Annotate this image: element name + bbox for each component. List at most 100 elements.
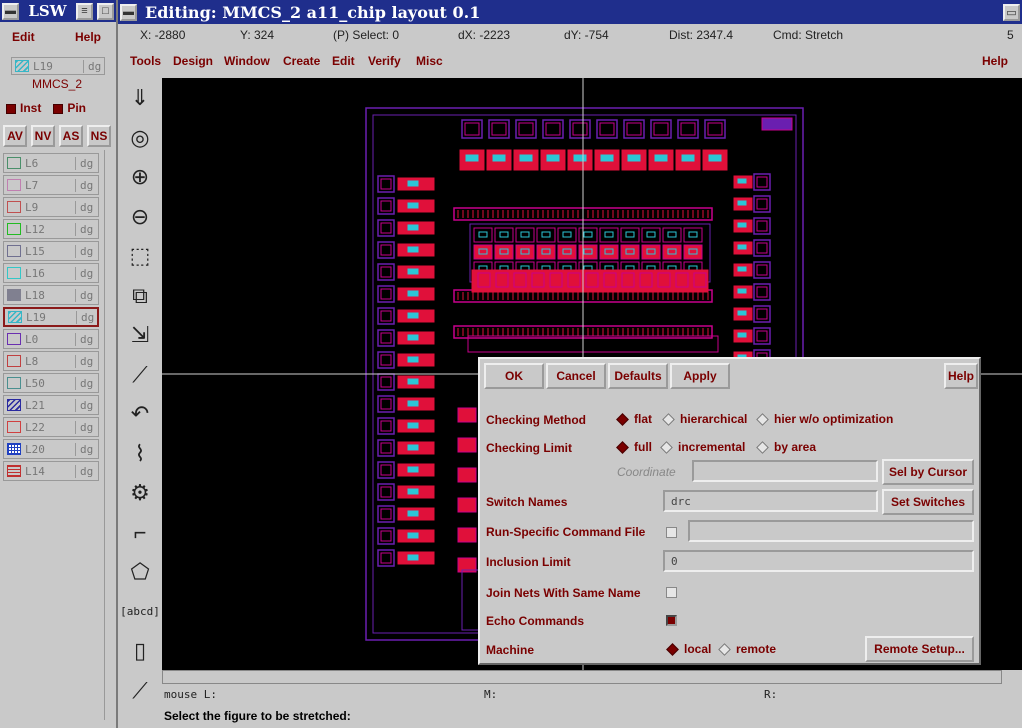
limit-by-area-radio[interactable]: by area <box>756 440 816 454</box>
join-nets-label: Join Nets With Same Name <box>486 586 641 600</box>
minimize-icon: ≡ <box>81 5 88 17</box>
layer-row[interactable]: L9 dg <box>3 197 99 217</box>
ok-button[interactable]: OK <box>484 363 544 389</box>
mouse-middle: M: <box>484 688 498 701</box>
lsw-edit-menu[interactable]: Edit <box>12 30 35 52</box>
inst-checkbox[interactable] <box>6 103 16 114</box>
move-tool[interactable]: ⟋ <box>122 673 158 709</box>
layer-row[interactable]: L50 dg <box>3 373 99 393</box>
horizontal-scrollbar[interactable] <box>162 670 1002 684</box>
layout-shape <box>377 373 395 391</box>
window-menu-button[interactable]: ▬ <box>2 2 19 20</box>
undo-tool[interactable]: ↶ <box>122 396 158 432</box>
limit-full-radio[interactable]: full <box>616 440 652 454</box>
layer-row[interactable]: L21 dg <box>3 395 99 415</box>
layout-shape <box>737 310 747 316</box>
method-flat-radio[interactable]: flat <box>616 412 652 426</box>
menu-edit[interactable]: Edit <box>332 54 355 68</box>
layout-shape <box>377 241 395 259</box>
inclusion-limit-field[interactable]: 0 <box>663 550 974 572</box>
sel-by-cursor-button[interactable]: Sel by Cursor <box>882 459 974 485</box>
layout-shape <box>377 351 395 369</box>
lsw-help-menu[interactable]: Help <box>75 30 101 52</box>
lsw-menubar: Edit Help <box>0 22 116 52</box>
echo-commands-checkbox[interactable] <box>666 615 677 626</box>
copy-tool[interactable]: ⧉ <box>122 278 158 314</box>
layer-row[interactable]: L22 dg <box>3 417 99 437</box>
property-tool[interactable]: ⚙ <box>122 475 158 511</box>
fit-view-tool[interactable]: ◎ <box>122 120 158 156</box>
layout-shape <box>380 200 392 212</box>
layer-row[interactable]: L7 dg <box>3 175 99 195</box>
remote-setup-button[interactable]: Remote Setup... <box>865 636 974 662</box>
layer-row[interactable]: L14 dg <box>3 461 99 481</box>
cancel-button[interactable]: Cancel <box>546 363 606 389</box>
wire-tool[interactable]: ⌇ <box>122 436 158 472</box>
editor-title-bar[interactable]: ▬ Editing: MMCS_2 a11_chip layout 0.1 ▭ <box>118 0 1022 24</box>
menu-misc[interactable]: Misc <box>416 54 443 68</box>
dialog-help-button[interactable]: Help <box>944 363 978 389</box>
join-nets-checkbox[interactable] <box>666 587 677 598</box>
polygon-tool[interactable]: ⬠ <box>122 554 158 590</box>
visibility-button-ns[interactable]: NS <box>87 125 111 147</box>
layout-shape <box>604 231 614 238</box>
ruler-tool[interactable]: ⟋ <box>122 357 158 393</box>
minimize-button[interactable]: ≡ <box>76 2 93 20</box>
layer-row[interactable]: L12 dg <box>3 219 99 239</box>
layer-row[interactable]: L18 dg <box>3 285 99 305</box>
mouse-bindings: mouse L: M: R: <box>162 686 1022 704</box>
stretch-tool[interactable]: ⇲ <box>122 317 158 353</box>
layer-swatch <box>7 421 21 433</box>
maximize-button[interactable]: □ <box>97 2 114 20</box>
layer-name: L6 <box>25 156 39 170</box>
zoom-in-tool[interactable]: ⊕ <box>122 159 158 195</box>
pin-checkbox[interactable] <box>53 103 64 114</box>
menu-window[interactable]: Window <box>224 54 270 68</box>
layout-shape <box>407 312 419 319</box>
layer-row[interactable]: L0 dg <box>3 329 99 349</box>
menu-design[interactable]: Design <box>173 54 213 68</box>
layout-shape <box>654 154 668 162</box>
layer-name: L20 <box>25 442 45 456</box>
pin-toggle[interactable]: Pin <box>53 101 86 115</box>
editor-minimize-button[interactable]: ▭ <box>1003 3 1020 21</box>
editor-window-menu-button[interactable]: ▬ <box>120 3 137 21</box>
machine-local-radio[interactable]: local <box>666 642 711 656</box>
radio-off-icon <box>756 412 769 426</box>
layer-row[interactable]: L15 dg <box>3 241 99 261</box>
limit-incremental-radio[interactable]: incremental <box>660 440 745 454</box>
label-tool[interactable]: [abcd] <box>120 594 160 630</box>
machine-remote-radio[interactable]: remote <box>718 642 776 656</box>
lsw-title-bar[interactable]: ▬ LSW ≡ □ <box>0 0 116 22</box>
method-hier-wo-opt-radio[interactable]: hier w/o optimization <box>756 412 893 426</box>
run-specific-field[interactable] <box>688 520 974 542</box>
inst-toggle[interactable]: Inst <box>6 101 41 115</box>
visibility-button-av[interactable]: AV <box>3 125 27 147</box>
visibility-button-nv[interactable]: NV <box>31 125 55 147</box>
instance-tool[interactable]: ▯ <box>122 633 158 669</box>
layer-row[interactable]: L16 dg <box>3 263 99 283</box>
switch-names-field[interactable]: drc <box>663 490 878 512</box>
switch-names-label: Switch Names <box>486 495 568 509</box>
visibility-button-as[interactable]: AS <box>59 125 83 147</box>
menu-tools[interactable]: Tools <box>130 54 161 68</box>
menu-verify[interactable]: Verify <box>368 54 401 68</box>
layer-row[interactable]: L20 dg <box>3 439 99 459</box>
layer-name: L0 <box>25 332 39 346</box>
menu-help[interactable]: Help <box>982 54 1008 68</box>
layer-row[interactable]: L8 dg <box>3 351 99 371</box>
area-select-tool[interactable]: ⬚ <box>122 238 158 274</box>
apply-button[interactable]: Apply <box>670 363 730 389</box>
coordinate-field[interactable] <box>692 460 878 482</box>
save-tool[interactable]: ⇓ <box>122 80 158 116</box>
layer-row[interactable]: L6 dg <box>3 153 99 173</box>
path-tool[interactable]: ⌐ <box>122 515 158 551</box>
set-switches-button[interactable]: Set Switches <box>882 489 974 515</box>
defaults-button[interactable]: Defaults <box>608 363 668 389</box>
menu-create[interactable]: Create <box>283 54 320 68</box>
zoom-out-tool[interactable]: ⊖ <box>122 199 158 235</box>
run-specific-checkbox[interactable] <box>666 527 677 538</box>
layer-row[interactable]: L19 dg <box>3 307 99 327</box>
lsw-scrollbar[interactable] <box>104 150 116 720</box>
method-hierarchical-radio[interactable]: hierarchical <box>662 412 747 426</box>
